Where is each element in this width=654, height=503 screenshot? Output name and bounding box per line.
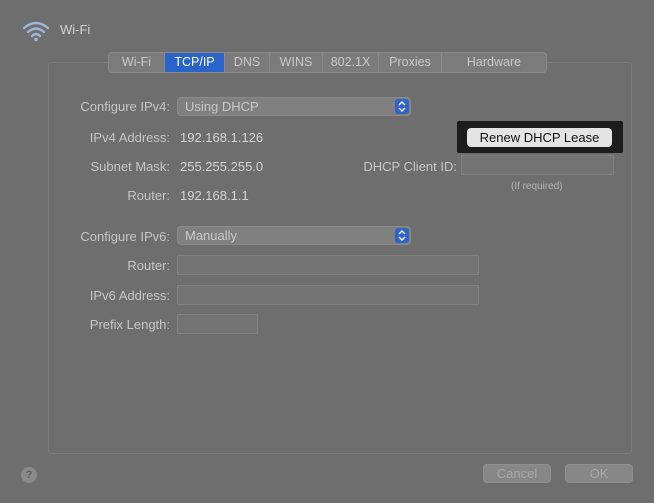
dhcp-client-id-hint: (If required): [511, 181, 563, 192]
tab-tcpip[interactable]: TCP/IP: [165, 53, 225, 72]
chevron-updown-icon: [395, 99, 409, 114]
configure-ipv6-label: Configure IPv6:: [80, 229, 170, 244]
configure-ipv4-select[interactable]: Using DHCP: [177, 97, 411, 116]
wifi-icon: [22, 21, 50, 42]
tab-wifi[interactable]: Wi-Fi: [109, 53, 165, 72]
dhcp-client-id-field[interactable]: [461, 155, 614, 175]
ok-button[interactable]: OK: [565, 464, 633, 483]
router-label: Router:: [127, 188, 170, 203]
tab-wins[interactable]: WINS: [270, 53, 323, 72]
cancel-button[interactable]: Cancel: [483, 464, 551, 483]
ipv4-address-value: 192.168.1.126: [180, 130, 264, 145]
help-button[interactable]: ?: [21, 467, 37, 483]
prefix-length-label: Prefix Length:: [89, 317, 170, 332]
ipv6-router-label: Router:: [127, 258, 170, 273]
prefix-length-field[interactable]: [177, 314, 258, 334]
ipv6-address-field[interactable]: [177, 285, 479, 305]
tab-8021x[interactable]: 802.1X: [323, 53, 379, 72]
configure-ipv4-label: Configure IPv4:: [80, 99, 170, 114]
tab-proxies[interactable]: Proxies: [379, 53, 442, 72]
tab-dns[interactable]: DNS: [225, 53, 270, 72]
renew-dhcp-lease-button[interactable]: Renew DHCP Lease: [467, 128, 612, 147]
dhcp-client-id-label: DHCP Client ID:: [363, 159, 457, 174]
ipv4-address-label: IPv4 Address:: [89, 130, 170, 145]
window-title: Wi-Fi: [60, 22, 91, 37]
router-value: 192.168.1.1: [180, 188, 249, 203]
tab-bar: Wi-Fi TCP/IP DNS WINS 802.1X Proxies Har…: [108, 52, 547, 73]
ipv6-router-field[interactable]: [177, 255, 479, 275]
subnet-mask-value: 255.255.255.0: [180, 159, 264, 174]
configure-ipv6-select[interactable]: Manually: [177, 226, 411, 245]
configure-ipv4-value: Using DHCP: [185, 99, 259, 114]
tab-hardware[interactable]: Hardware: [442, 53, 546, 72]
chevron-updown-icon: [395, 228, 409, 243]
configure-ipv6-value: Manually: [185, 228, 238, 243]
subnet-mask-label: Subnet Mask:: [90, 159, 171, 174]
ipv6-address-label: IPv6 Address:: [89, 288, 170, 303]
